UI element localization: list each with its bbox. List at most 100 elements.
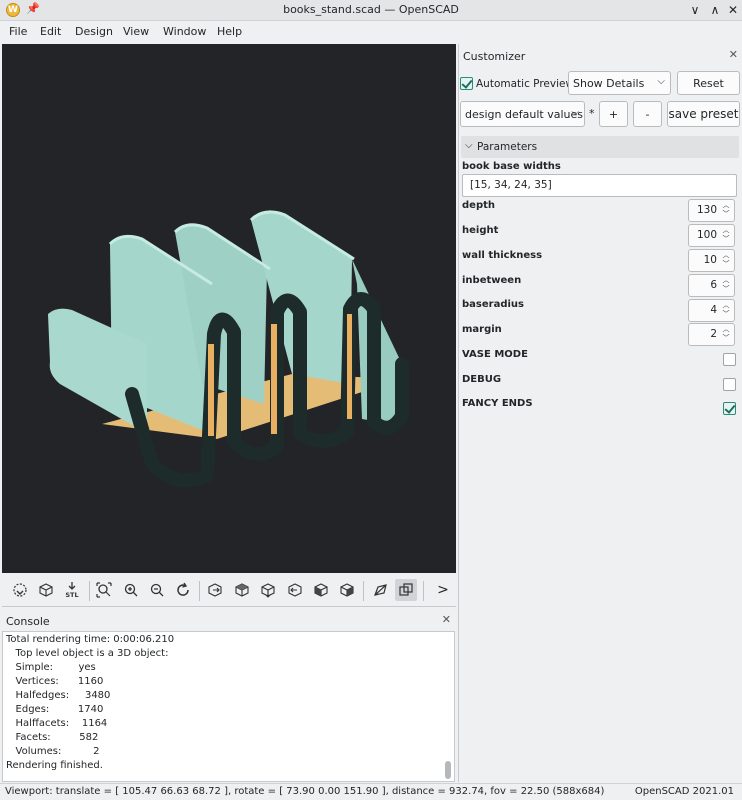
param-label-margin: margin <box>462 324 502 335</box>
reset-view-icon[interactable] <box>172 579 194 601</box>
view-right-icon[interactable] <box>204 579 226 601</box>
console-line: Halfedges: 3480 <box>6 690 111 701</box>
view-left-icon[interactable] <box>284 579 306 601</box>
console-line: Simple: yes <box>6 662 96 673</box>
orthogonal-icon[interactable] <box>395 579 417 601</box>
auto-preview-checkbox[interactable] <box>460 77 473 90</box>
console-output[interactable]: Total rendering time: 0:00:06.210 Top le… <box>2 631 455 782</box>
menu-view[interactable]: View <box>123 25 149 38</box>
console-line: Total rendering time: 0:00:06.210 <box>6 634 175 645</box>
status-bar: Viewport: translate = [ 105.47 66.63 68.… <box>0 783 742 800</box>
stl-text: STL <box>65 591 78 599</box>
details-select-value: Show Details <box>573 76 645 90</box>
close-icon[interactable]: ✕ <box>729 48 738 61</box>
auto-preview-label: Automatic Preview <box>476 78 575 90</box>
preview-icon[interactable] <box>9 579 31 601</box>
debug-checkbox[interactable] <box>723 378 736 391</box>
maximize-button[interactable]: ∧ <box>706 1 724 19</box>
fancy-ends-checkbox[interactable] <box>723 402 736 415</box>
param-label-debug: DEBUG <box>462 374 502 385</box>
vase-mode-checkbox[interactable] <box>723 353 736 366</box>
chevron-down-icon: ⌵ <box>465 140 473 151</box>
view-all-icon[interactable] <box>93 579 115 601</box>
reset-button[interactable]: Reset <box>677 71 740 95</box>
add-preset-button[interactable]: + <box>599 101 628 127</box>
menu-edit[interactable]: Edit <box>40 25 61 38</box>
toolbar-separator <box>89 581 90 601</box>
depth-spinbox[interactable]: 130 ︿ ﹀ <box>688 199 735 222</box>
baseradius-value: 4 <box>710 304 717 316</box>
inbetween-value: 6 <box>710 279 717 291</box>
book-stand-model <box>48 210 409 488</box>
wall-thickness-spinbox[interactable]: 10 ︿ ﹀ <box>688 249 735 272</box>
view-bottom-icon[interactable] <box>257 579 279 601</box>
param-label-inbetween: inbetween <box>462 275 522 286</box>
book-base-widths-input[interactable]: [15, 34, 24, 35] <box>462 174 737 197</box>
baseradius-spinbox[interactable]: 4 ︿ ﹀ <box>688 299 735 322</box>
toolbar-separator <box>423 581 424 601</box>
menu-bar: File Edit Design View Window Help <box>0 21 742 43</box>
menu-window[interactable]: Window <box>163 25 206 38</box>
details-select[interactable]: Show Details ⌵ <box>568 71 671 95</box>
wall-thickness-value: 10 <box>703 254 717 266</box>
spin-arrows-icon[interactable]: ︿ ﹀ <box>721 226 731 245</box>
render-icon[interactable] <box>35 579 57 601</box>
margin-value: 2 <box>710 328 717 340</box>
export-stl-icon[interactable]: STL <box>61 579 83 601</box>
console-scrollbar[interactable] <box>445 634 451 779</box>
close-window-button[interactable]: ✕ <box>724 1 742 19</box>
parameters-section-header[interactable]: ⌵ Parameters <box>461 136 739 158</box>
param-label-wall-thickness: wall thickness <box>462 250 543 261</box>
param-label-depth: depth <box>462 200 495 211</box>
scrollbar-thumb[interactable] <box>445 761 451 779</box>
spin-arrows-icon[interactable]: ︿ ﹀ <box>721 276 731 295</box>
console-line: Halffacets: 1164 <box>6 718 108 729</box>
chevron-down-icon: ⌵ <box>657 76 665 87</box>
console-line: Rendering finished. <box>6 760 103 771</box>
model-slot-1 <box>208 344 214 436</box>
param-label-baseradius: baseradius <box>462 299 524 310</box>
spin-arrows-icon[interactable]: ︿ ﹀ <box>721 325 731 344</box>
perspective-icon[interactable] <box>369 579 391 601</box>
menu-file[interactable]: File <box>9 25 27 38</box>
spin-arrows-icon[interactable]: ︿ ﹀ <box>721 201 731 220</box>
param-label-fancy-ends: FANCY ENDS <box>462 398 533 409</box>
console-title: Console <box>6 615 50 628</box>
model-slot-3 <box>347 314 352 419</box>
preset-select-value: design default values <box>465 107 583 121</box>
console-line: Vertices: 1160 <box>6 676 104 687</box>
more-icon[interactable]: > <box>432 579 454 601</box>
view-top-icon[interactable] <box>231 579 253 601</box>
zoom-out-icon[interactable] <box>146 579 168 601</box>
inbetween-spinbox[interactable]: 6 ︿ ﹀ <box>688 274 735 297</box>
viewport-status: Viewport: translate = [ 105.47 66.63 68.… <box>5 786 605 797</box>
margin-spinbox[interactable]: 2 ︿ ﹀ <box>688 323 735 346</box>
height-spinbox[interactable]: 100 ︿ ﹀ <box>688 224 735 247</box>
title-bar: W 📌 books_stand.scad — OpenSCAD ∨ ∧ ✕ <box>0 0 742 21</box>
3d-viewport[interactable] <box>2 44 456 573</box>
menu-design[interactable]: Design <box>75 25 113 38</box>
view-back-icon[interactable] <box>336 579 358 601</box>
toolbar-separator <box>199 581 200 601</box>
menu-help[interactable]: Help <box>217 25 242 38</box>
zoom-in-icon[interactable] <box>120 579 142 601</box>
console-line: Top level object is a 3D object: <box>6 648 169 659</box>
param-label-height: height <box>462 225 499 236</box>
version-label: OpenSCAD 2021.01 <box>634 786 734 797</box>
remove-preset-button[interactable]: - <box>633 101 662 127</box>
view-front-icon[interactable] <box>310 579 332 601</box>
spin-arrows-icon[interactable]: ︿ ﹀ <box>721 301 731 320</box>
console-line: Facets: 582 <box>6 732 99 743</box>
modified-marker: * <box>589 107 595 120</box>
spin-arrows-icon[interactable]: ︿ ﹀ <box>721 251 731 270</box>
minimize-button[interactable]: ∨ <box>686 1 704 19</box>
preset-select[interactable]: design default values ⌵ <box>460 101 585 127</box>
parameters-title: Parameters <box>477 141 538 153</box>
save-preset-button[interactable]: save preset <box>667 101 740 127</box>
customizer-title: Customizer <box>463 50 526 63</box>
height-value: 100 <box>696 229 717 241</box>
model-slot-2 <box>271 324 277 434</box>
close-icon[interactable]: ✕ <box>442 613 451 626</box>
param-label-book-base-widths: book base widths <box>462 161 561 172</box>
toolbar-separator <box>363 581 364 601</box>
